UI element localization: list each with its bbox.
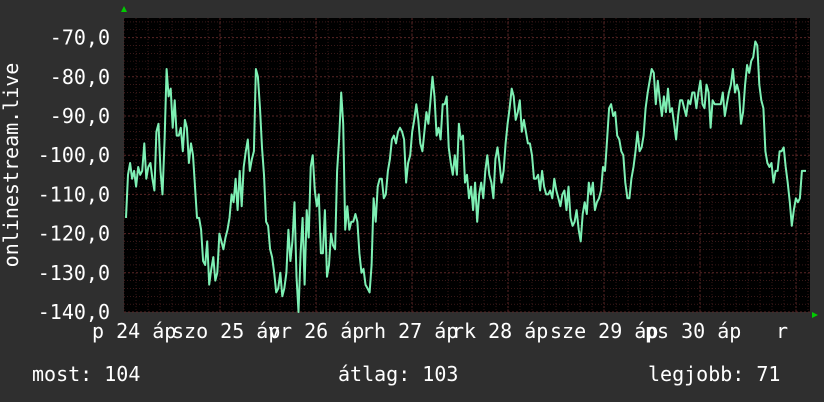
y-tick-label: -100,0 xyxy=(38,143,110,167)
x-tick-label: rk 28 áp xyxy=(452,319,548,343)
x-axis-arrow xyxy=(812,312,818,318)
y-tick-label: -70,0 xyxy=(50,26,110,50)
plot-area xyxy=(124,18,810,312)
x-tick-label: sze 29 áp xyxy=(550,319,658,343)
x-tick-label: rh 27 áp xyxy=(362,319,458,343)
x-tick-label: ps 30 áp xyxy=(645,319,741,343)
average-value: átlag: 103 xyxy=(338,362,459,386)
chart: -70,0-80,0-90,0-100,0-110,0-120,0-130,0-… xyxy=(0,6,818,343)
best-value: legjobb: 71 xyxy=(648,362,781,386)
x-tick-label: r xyxy=(776,319,788,343)
y-tick-label: -80,0 xyxy=(50,65,110,89)
y-axis-label: onlinestream.live xyxy=(0,63,23,268)
y-tick-label: -120,0 xyxy=(38,222,110,246)
y-tick-label: -110,0 xyxy=(38,182,110,206)
y-axis-arrow xyxy=(121,6,127,12)
current-value: most: 104 xyxy=(32,362,141,386)
y-tick-label: -130,0 xyxy=(38,261,110,285)
x-tick-label: szo 25 áp xyxy=(172,319,280,343)
y-tick-labels: -70,0-80,0-90,0-100,0-110,0-120,0-130,0-… xyxy=(38,26,110,324)
x-tick-label: p 24 áp xyxy=(92,319,176,343)
x-tick-label: vr 26 áp xyxy=(268,319,364,343)
x-tick-labels: p 24 ápszo 25 ápvr 26 áprh 27 áprk 28 áp… xyxy=(92,319,788,343)
y-tick-label: -90,0 xyxy=(50,104,110,128)
